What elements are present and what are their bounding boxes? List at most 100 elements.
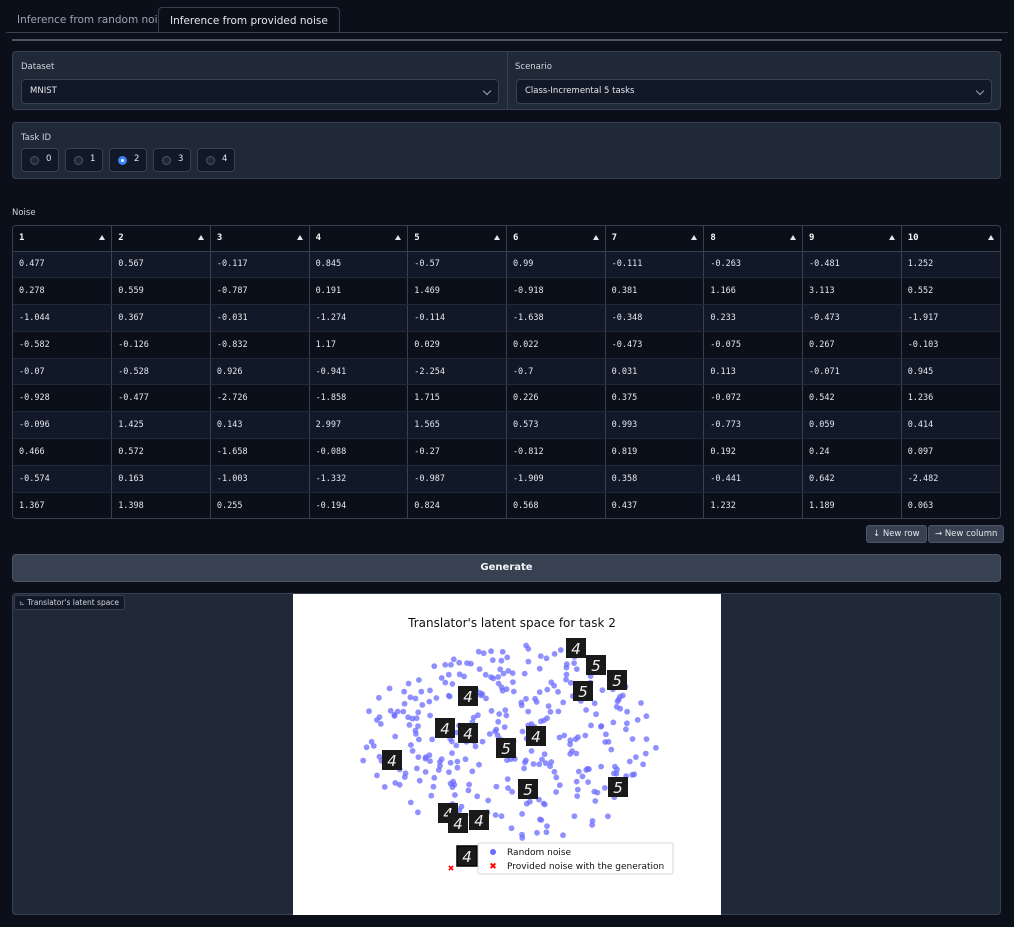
table-cell[interactable]: -0.941 xyxy=(309,358,409,386)
new-row-button[interactable]: ↓ New row xyxy=(866,525,927,543)
column-header[interactable]: 8 xyxy=(703,226,803,252)
sort-arrow-icon[interactable] xyxy=(790,235,796,240)
tab-provided-noise[interactable]: Inference from provided noise xyxy=(158,7,340,33)
table-cell[interactable]: -1.332 xyxy=(309,465,409,493)
table-cell[interactable]: -1.638 xyxy=(506,304,606,332)
table-cell[interactable]: 0.568 xyxy=(506,492,606,518)
table-cell[interactable]: -0.787 xyxy=(210,277,310,306)
table-cell[interactable]: 0.267 xyxy=(802,331,902,359)
table-cell[interactable]: -0.07 xyxy=(13,358,113,386)
table-cell[interactable]: 0.226 xyxy=(506,384,606,413)
table-cell[interactable]: 0.414 xyxy=(901,411,1000,440)
task-radio-0[interactable]: 0 xyxy=(21,148,59,172)
table-cell[interactable]: -0.348 xyxy=(605,304,705,332)
sort-arrow-icon[interactable] xyxy=(493,235,500,240)
sort-arrow-icon[interactable] xyxy=(592,235,599,240)
table-cell[interactable]: 0.945 xyxy=(901,358,1000,386)
table-cell[interactable]: 1.232 xyxy=(703,492,803,518)
table-cell[interactable]: -0.441 xyxy=(703,465,803,493)
table-cell[interactable]: 0.192 xyxy=(703,438,803,466)
table-cell[interactable]: 0.437 xyxy=(605,492,705,518)
dataset-select[interactable]: MNIST xyxy=(21,79,499,104)
table-cell[interactable]: -0.194 xyxy=(309,492,409,518)
table-cell[interactable]: 0.542 xyxy=(802,384,902,413)
table-cell[interactable]: 0.029 xyxy=(407,331,507,359)
table-cell[interactable]: -2.254 xyxy=(407,358,507,386)
table-cell[interactable]: -0.473 xyxy=(802,304,902,332)
table-cell[interactable]: 1.715 xyxy=(407,384,507,413)
scenario-select[interactable]: Class-Incremental 5 tasks xyxy=(516,79,992,104)
table-cell[interactable]: -0.072 xyxy=(703,384,803,413)
tab-random-noise[interactable]: Inference from random noise xyxy=(6,7,180,33)
table-cell[interactable]: 1.367 xyxy=(13,492,113,518)
table-cell[interactable]: 0.113 xyxy=(703,358,803,386)
table-cell[interactable]: 0.097 xyxy=(901,438,1000,466)
table-cell[interactable]: -2.482 xyxy=(901,465,1000,493)
table-cell[interactable]: 0.824 xyxy=(407,492,507,518)
table-cell[interactable]: 0.99 xyxy=(506,251,606,279)
table-cell[interactable]: -1.917 xyxy=(901,304,1000,332)
table-cell[interactable]: -0.263 xyxy=(703,251,803,279)
table-cell[interactable]: 1.398 xyxy=(111,492,211,518)
column-header[interactable]: 10 xyxy=(901,226,1000,252)
table-cell[interactable]: -0.7 xyxy=(506,358,606,386)
table-cell[interactable]: -0.071 xyxy=(802,358,902,386)
table-cell[interactable]: -0.528 xyxy=(111,358,211,386)
table-cell[interactable]: -0.031 xyxy=(210,304,310,332)
table-cell[interactable]: 0.477 xyxy=(13,251,113,279)
table-cell[interactable]: -0.773 xyxy=(703,411,803,440)
table-cell[interactable]: 0.559 xyxy=(111,277,211,306)
table-cell[interactable]: -2.726 xyxy=(210,384,310,413)
table-cell[interactable]: 0.926 xyxy=(210,358,310,386)
table-cell[interactable]: -0.928 xyxy=(13,384,113,413)
column-header[interactable]: 2 xyxy=(111,226,211,252)
sort-arrow-icon[interactable] xyxy=(296,235,303,240)
table-cell[interactable]: -0.088 xyxy=(309,438,409,466)
table-cell[interactable]: -1.003 xyxy=(210,465,310,493)
table-cell[interactable]: 1.236 xyxy=(901,384,1000,413)
task-radio-3[interactable]: 3 xyxy=(153,148,191,172)
table-cell[interactable]: 0.191 xyxy=(309,277,409,306)
table-cell[interactable]: 0.381 xyxy=(605,277,705,306)
column-header[interactable]: 1 xyxy=(13,226,113,252)
table-cell[interactable]: 0.022 xyxy=(506,331,606,359)
table-cell[interactable]: 1.565 xyxy=(407,411,507,440)
column-header[interactable]: 5 xyxy=(407,226,507,252)
table-cell[interactable]: -0.473 xyxy=(605,331,705,359)
table-cell[interactable]: -0.582 xyxy=(13,331,113,359)
task-radio-2[interactable]: 2 xyxy=(109,148,147,172)
table-cell[interactable]: -0.096 xyxy=(13,411,113,440)
new-column-button[interactable]: → New column xyxy=(928,525,1005,543)
table-cell[interactable]: -0.987 xyxy=(407,465,507,493)
table-cell[interactable]: 3.113 xyxy=(802,277,902,306)
table-cell[interactable]: -0.114 xyxy=(407,304,507,332)
column-header[interactable]: 7 xyxy=(605,226,705,252)
table-cell[interactable]: 0.358 xyxy=(605,465,705,493)
table-cell[interactable]: -1.274 xyxy=(309,304,409,332)
table-cell[interactable]: 0.24 xyxy=(802,438,902,466)
table-cell[interactable]: 0.642 xyxy=(802,465,902,493)
table-cell[interactable]: -1.909 xyxy=(506,465,606,493)
table-cell[interactable]: 0.367 xyxy=(111,304,211,332)
table-cell[interactable]: 0.572 xyxy=(111,438,211,466)
table-cell[interactable]: 1.252 xyxy=(901,251,1000,279)
table-cell[interactable]: -0.111 xyxy=(605,251,705,279)
table-cell[interactable]: 1.425 xyxy=(111,411,211,440)
table-cell[interactable]: -0.117 xyxy=(210,251,310,279)
column-header[interactable]: 4 xyxy=(309,226,409,252)
table-cell[interactable]: 0.993 xyxy=(605,411,705,440)
table-cell[interactable]: -0.477 xyxy=(111,384,211,413)
sort-arrow-icon[interactable] xyxy=(197,235,204,240)
table-cell[interactable]: 1.17 xyxy=(309,331,409,359)
table-cell[interactable]: 0.063 xyxy=(901,492,1000,518)
sort-arrow-icon[interactable] xyxy=(888,235,895,240)
task-radio-4[interactable]: 4 xyxy=(197,148,235,172)
sort-arrow-icon[interactable] xyxy=(395,235,402,240)
table-cell[interactable]: 0.845 xyxy=(309,251,409,279)
generate-button[interactable]: Generate xyxy=(12,554,1001,582)
table-cell[interactable]: 0.143 xyxy=(210,411,310,440)
sort-arrow-icon[interactable] xyxy=(691,235,698,240)
table-cell[interactable]: -0.918 xyxy=(506,277,606,306)
table-cell[interactable]: -1.658 xyxy=(210,438,310,466)
table-cell[interactable]: 0.375 xyxy=(605,384,705,413)
